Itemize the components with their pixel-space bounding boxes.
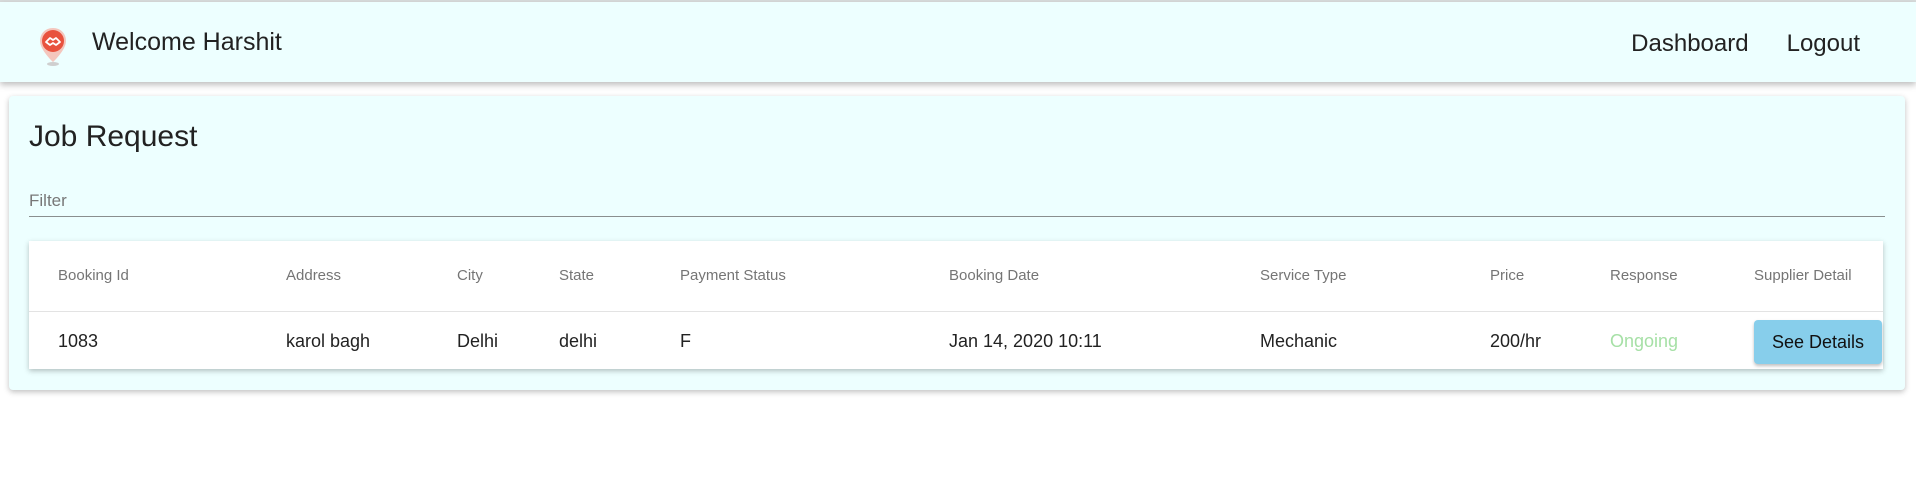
handshake-pin-icon[interactable] [38, 26, 68, 68]
header-state[interactable]: State [559, 267, 594, 284]
header-price[interactable]: Price [1490, 267, 1524, 284]
cell-city: Delhi [457, 331, 499, 351]
cell-booking-id: 1083 [58, 331, 99, 351]
header-service-type[interactable]: Service Type [1260, 267, 1346, 284]
header-address[interactable]: Address [286, 267, 341, 284]
logout-link[interactable]: Logout [1787, 30, 1860, 58]
app-header: Welcome Harshit Dashboard Logout [0, 2, 1916, 82]
dashboard-link[interactable]: Dashboard [1631, 30, 1748, 58]
cell-payment-status: F [680, 331, 691, 351]
cell-address: karol bagh [286, 331, 371, 351]
header-city[interactable]: City [457, 267, 483, 284]
header-booking-id[interactable]: Booking Id [58, 267, 129, 284]
cell-price: 200/hr [1490, 331, 1542, 351]
job-request-card: Job Request Booking Id Address City Stat… [9, 96, 1905, 390]
table-header-row: Booking Id Address City State Payment St… [29, 241, 1883, 312]
cell-state: delhi [559, 331, 598, 351]
header-response[interactable]: Response [1610, 267, 1678, 284]
top-nav: Dashboard Logout [1631, 30, 1860, 58]
header-supplier-detail[interactable]: Supplier Detail [1754, 267, 1852, 284]
cell-booking-date: Jan 14, 2020 10:11 [949, 331, 1102, 351]
page-title: Job Request [29, 120, 198, 153]
header-payment-status[interactable]: Payment Status [680, 267, 786, 284]
cell-service-type: Mechanic [1260, 331, 1338, 351]
filter-input[interactable] [29, 186, 1885, 217]
welcome-text: Welcome Harshit [92, 28, 282, 56]
header-booking-date[interactable]: Booking Date [949, 267, 1039, 284]
see-details-button[interactable]: See Details [1754, 320, 1882, 364]
job-request-table: Booking Id Address City State Payment St… [29, 241, 1883, 369]
table-row: 1083 karol bagh Delhi delhi F Jan 14, 20… [29, 312, 1883, 369]
status-badge: Ongoing [1610, 331, 1679, 351]
